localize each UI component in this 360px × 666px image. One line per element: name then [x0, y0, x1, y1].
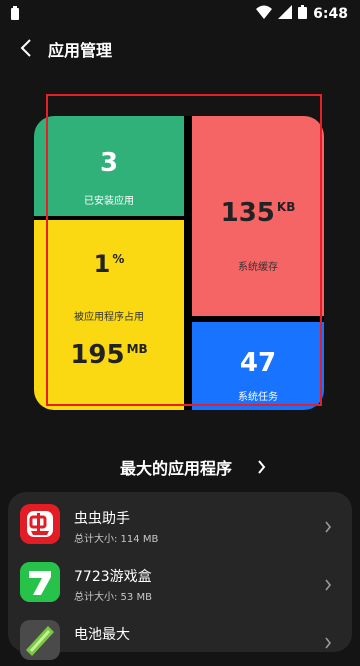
- app-name: 电池最大: [74, 627, 130, 643]
- chongchong-app-icon: [20, 504, 60, 544]
- chevron-right-icon: [324, 518, 332, 537]
- list-item[interactable]: 电池最大: [8, 614, 352, 666]
- list-item[interactable]: 7723游戏盒 总计大小: 53 MB: [8, 556, 352, 608]
- battery-app-icon: [20, 620, 60, 660]
- status-time: 6:48: [313, 5, 348, 22]
- largest-apps-header[interactable]: 最大的应用程序: [0, 452, 360, 482]
- app-size: 总计大小: 114 MB: [74, 534, 159, 545]
- list-item[interactable]: 虫虫助手 总计大小: 114 MB: [8, 498, 352, 550]
- top-bar: 应用管理: [0, 32, 360, 66]
- app-name: 7723游戏盒: [74, 569, 152, 585]
- status-bar: 6:48: [0, 0, 360, 26]
- app-size: 总计大小: 53 MB: [74, 592, 152, 603]
- app-name: 虫虫助手: [74, 511, 130, 527]
- signal-icon: [278, 4, 293, 23]
- chevron-right-icon: [257, 459, 266, 478]
- largest-apps-list: 虫虫助手 总计大小: 114 MB 7723游戏盒 总计大小: 53 MB 电池…: [8, 492, 352, 660]
- chevron-right-icon: [324, 634, 332, 653]
- page-title: 应用管理: [48, 41, 113, 60]
- chevron-left-icon: [20, 39, 31, 57]
- highlight-box: [46, 94, 322, 406]
- battery-icon: [298, 4, 308, 23]
- chevron-right-icon: [324, 576, 332, 595]
- wifi-icon: [256, 4, 273, 23]
- back-button[interactable]: [12, 34, 40, 62]
- largest-apps-title: 最大的应用程序: [120, 459, 233, 478]
- battery-notification-icon: [10, 5, 20, 20]
- 7723-app-icon: [20, 562, 60, 602]
